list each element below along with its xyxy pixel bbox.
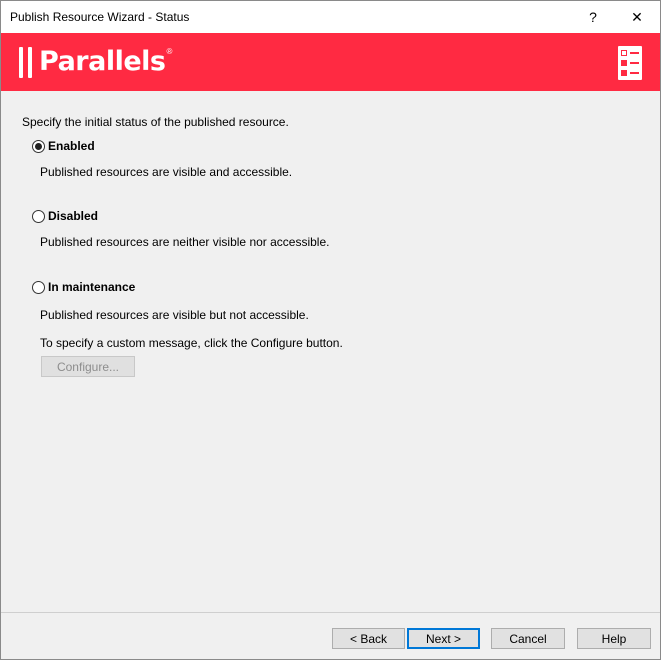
close-button[interactable]: ✕ (614, 1, 660, 33)
registered-mark: ® (166, 47, 173, 56)
wizard-window: Publish Resource Wizard - Status ? ✕ Par… (0, 0, 661, 660)
title-bar: Publish Resource Wizard - Status ? ✕ (1, 1, 660, 33)
header-banner: Parallels ® (1, 33, 660, 91)
wizard-content: Specify the initial status of the publis… (1, 91, 660, 612)
custom-message-hint: To specify a custom message, click the C… (40, 336, 343, 350)
radio-disabled-label[interactable]: Disabled (48, 209, 98, 223)
radio-enabled[interactable]: Enabled (32, 139, 95, 153)
radio-disabled-indicator[interactable] (32, 209, 45, 223)
radio-in-maintenance[interactable]: In maintenance (32, 280, 135, 294)
checklist-icon (618, 46, 642, 80)
instruction-text: Specify the initial status of the publis… (22, 115, 289, 129)
logo-wordmark: Parallels (39, 46, 166, 77)
logo-bars (19, 46, 32, 78)
help-title-button[interactable]: ? (570, 1, 616, 33)
window-title: Publish Resource Wizard - Status (10, 10, 190, 24)
parallels-logo: Parallels ® (19, 45, 172, 79)
disabled-description: Published resources are neither visible … (40, 235, 330, 249)
configure-button[interactable]: Configure... (41, 356, 135, 377)
radio-in-maintenance-indicator[interactable] (32, 280, 45, 294)
help-button[interactable]: Help (577, 628, 651, 649)
radio-enabled-label[interactable]: Enabled (48, 139, 95, 153)
radio-in-maintenance-label[interactable]: In maintenance (48, 280, 135, 294)
footer-separator (1, 612, 660, 613)
maintenance-description: Published resources are visible but not … (40, 308, 309, 322)
cancel-button[interactable]: Cancel (491, 628, 565, 649)
radio-enabled-indicator[interactable] (32, 139, 45, 153)
radio-disabled[interactable]: Disabled (32, 209, 98, 223)
back-button[interactable]: < Back (332, 628, 405, 649)
enabled-description: Published resources are visible and acce… (40, 165, 293, 179)
next-button[interactable]: Next > (407, 628, 480, 649)
